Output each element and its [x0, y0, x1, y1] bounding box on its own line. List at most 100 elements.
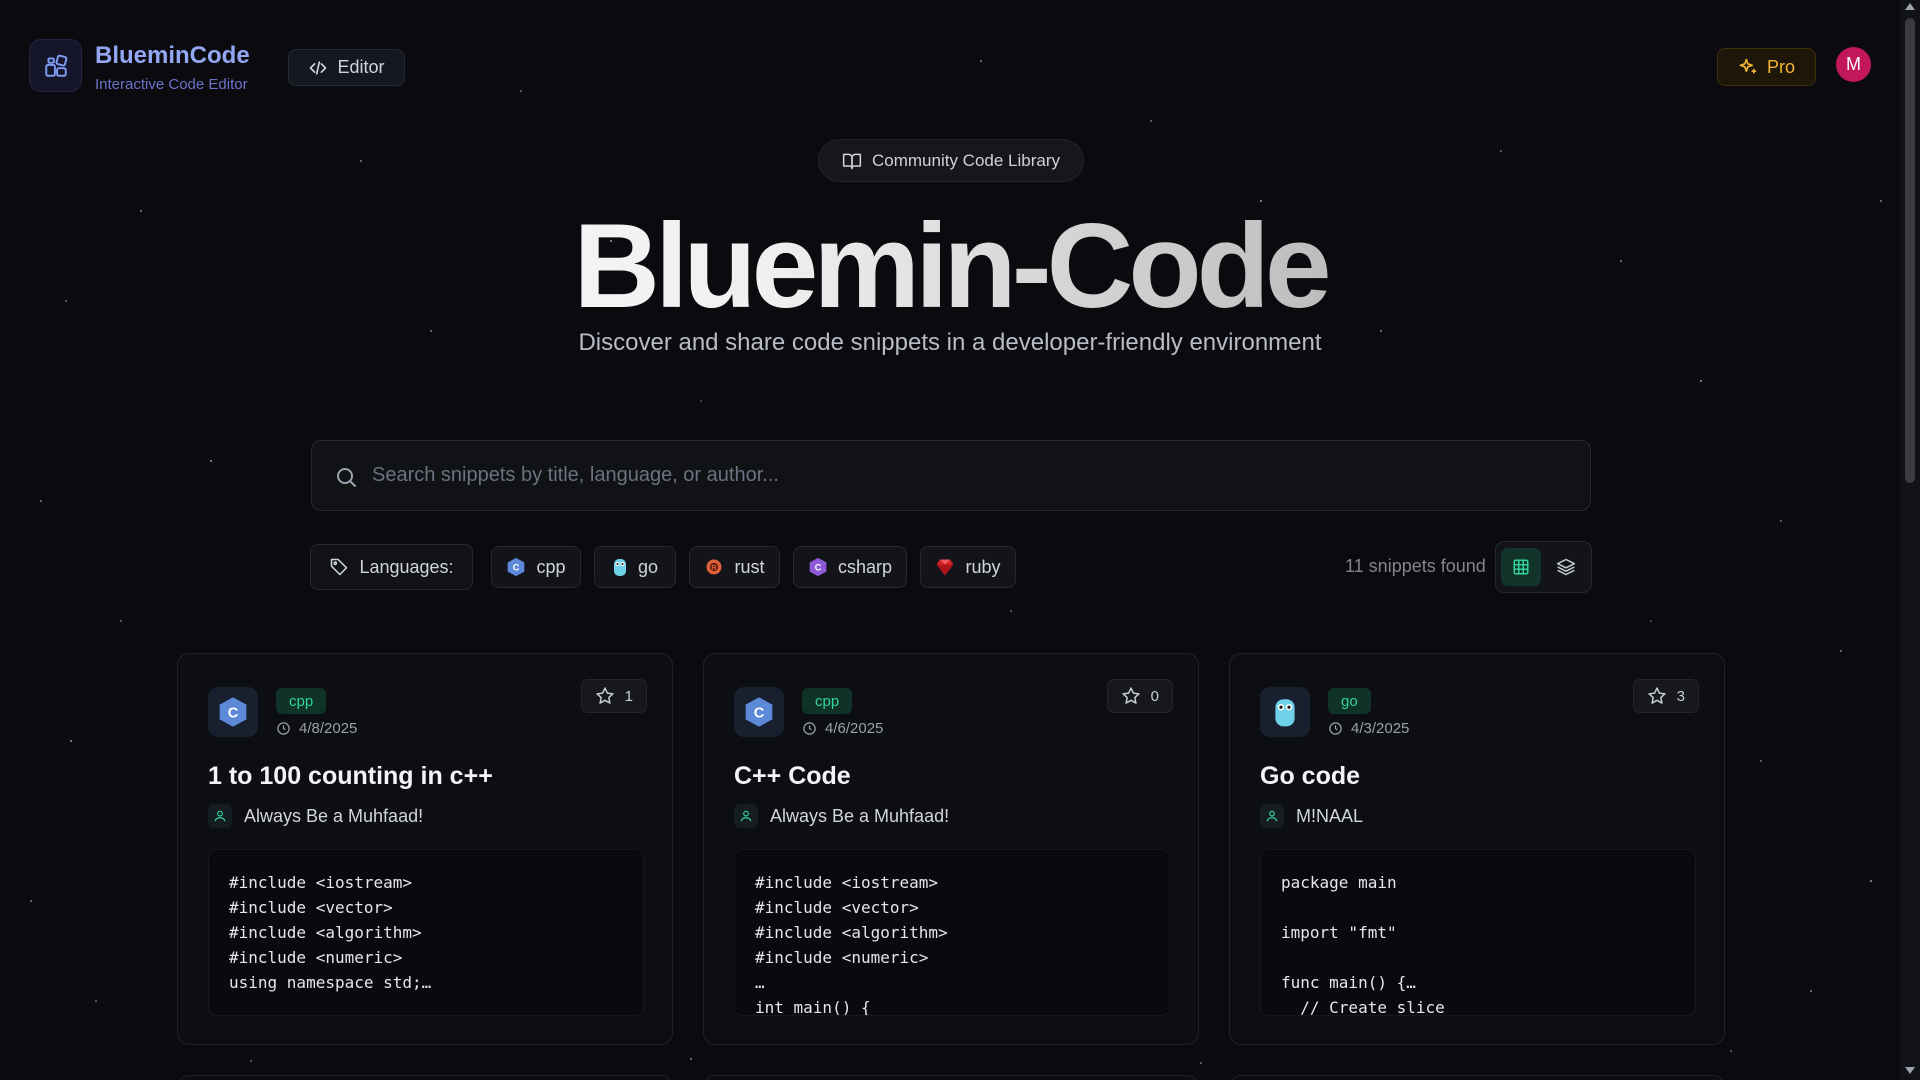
filter-chip-go[interactable]: go: [594, 546, 676, 588]
view-toggle: [1495, 541, 1592, 593]
top-header: BlueminCode Interactive Code Editor Edit…: [0, 0, 1900, 130]
filter-chip-rust[interactable]: R rust: [689, 546, 780, 588]
filter-chip-cpp[interactable]: C cpp: [491, 546, 581, 588]
editor-button[interactable]: Editor: [288, 49, 405, 86]
search-input[interactable]: [372, 441, 1572, 510]
star-count: 3: [1676, 687, 1685, 705]
brand-subtitle: Interactive Code Editor: [95, 76, 248, 93]
snippet-card[interactable]: C cpp 4/8/2025 1 1 to 100 counting in c+…: [177, 653, 673, 1045]
cpp-logo-icon: C: [508, 557, 525, 577]
star-count: 1: [624, 687, 633, 705]
layers-icon: [1556, 558, 1576, 576]
svg-text:C: C: [513, 562, 520, 572]
star-icon: [1647, 687, 1666, 704]
star-button[interactable]: 0: [1106, 679, 1173, 713]
layers-view-button[interactable]: [1546, 548, 1586, 586]
scroll-down-arrow-icon[interactable]: [1905, 1067, 1915, 1074]
snippet-card-partial[interactable]: [1229, 1075, 1725, 1080]
grid-view-button[interactable]: [1501, 548, 1541, 586]
scroll-up-arrow-icon[interactable]: [1905, 3, 1915, 10]
languages-label: Languages:: [359, 556, 454, 577]
rust-logo-icon: R: [706, 559, 722, 575]
svg-text:R: R: [712, 563, 718, 572]
user-icon: [1260, 804, 1284, 828]
svg-text:C: C: [815, 562, 822, 572]
language-badge: cpp: [276, 688, 327, 714]
community-library-badge: Community Code Library: [818, 139, 1084, 182]
snippet-date: 4/8/2025: [276, 720, 357, 737]
csharp-logo-icon: C: [809, 557, 827, 577]
snippet-card-partial[interactable]: [703, 1075, 1199, 1080]
go-gopher-icon: [1275, 699, 1295, 727]
ruby-gem-icon: [937, 559, 954, 576]
snippet-card[interactable]: C cpp 4/6/2025 0 C++ Code Always Be a Mu…: [703, 653, 1199, 1045]
search-icon: [337, 468, 356, 487]
author-name: Always Be a Muhfaad!: [244, 805, 424, 826]
clock-icon: [1329, 722, 1342, 735]
language-badge: go: [1328, 688, 1371, 714]
snippet-author[interactable]: Always Be a Muhfaad!: [208, 804, 423, 828]
date-text: 4/6/2025: [825, 720, 884, 737]
cpp-logo-icon: C: [219, 697, 247, 727]
snippet-date: 4/6/2025: [802, 720, 883, 737]
code-preview: #include <iostream> #include <vector> #i…: [734, 849, 1170, 1016]
filter-chip-ruby[interactable]: ruby: [920, 546, 1016, 588]
svg-text:C: C: [228, 705, 239, 721]
date-text: 4/8/2025: [299, 720, 358, 737]
code-icon: [310, 60, 327, 75]
snippet-date: 4/3/2025: [1328, 720, 1409, 737]
sparkles-icon: [1739, 58, 1757, 74]
editor-button-label: Editor: [337, 57, 385, 77]
language-badge: cpp: [802, 688, 853, 714]
snippet-card-partial[interactable]: [177, 1075, 673, 1080]
star-count: 0: [1150, 687, 1159, 705]
snippet-title[interactable]: Go code: [1260, 762, 1360, 791]
snippet-author[interactable]: Always Be a Muhfaad!: [734, 804, 949, 828]
snippet-author[interactable]: M!NAAL: [1260, 804, 1363, 828]
community-library-label: Community Code Library: [871, 150, 1060, 170]
pro-button[interactable]: Pro: [1717, 48, 1816, 86]
star-button[interactable]: 1: [580, 679, 647, 713]
user-icon: [734, 804, 758, 828]
brand-logo[interactable]: [29, 39, 82, 92]
card-language-logo: C: [734, 687, 784, 737]
open-book-icon: [842, 153, 862, 169]
filter-chip-label: rust: [734, 556, 765, 577]
pro-button-label: Pro: [1766, 56, 1795, 77]
author-name: Always Be a Muhfaad!: [770, 805, 950, 826]
filter-chip-label: ruby: [965, 556, 1001, 577]
filter-chip-label: cpp: [536, 556, 566, 577]
filter-chip-label: go: [637, 556, 659, 577]
filter-chip-csharp[interactable]: C csharp: [793, 546, 907, 588]
author-name: M!NAAL: [1296, 805, 1364, 826]
brand-name[interactable]: BlueminCode: [95, 42, 250, 70]
clock-icon: [803, 722, 816, 735]
hero-subtitle: Discover and share code snippets in a de…: [578, 329, 1322, 356]
tag-icon: [331, 558, 348, 576]
card-language-logo: [1260, 687, 1310, 737]
star-button[interactable]: 3: [1632, 679, 1699, 713]
page-scrollbar[interactable]: [1900, 0, 1920, 1080]
cpp-logo-icon: C: [745, 697, 773, 727]
svg-text:C: C: [754, 705, 765, 721]
grid-icon: [1513, 559, 1529, 575]
hero-title-container: Bluemin-Code: [560, 196, 1340, 336]
user-icon: [208, 804, 232, 828]
star-icon: [595, 687, 614, 704]
scroll-thumb[interactable]: [1905, 18, 1915, 483]
code-preview: #include <iostream> #include <vector> #i…: [208, 849, 644, 1016]
search-bar[interactable]: [311, 440, 1591, 511]
star-icon: [1121, 687, 1140, 704]
date-text: 4/3/2025: [1351, 720, 1410, 737]
hero-title: Bluemin-Code: [0, 196, 1900, 336]
snippet-title[interactable]: C++ Code: [734, 762, 851, 791]
filter-chip-label: csharp: [837, 556, 893, 577]
snippet-card[interactable]: go 4/3/2025 3 Go code M!NAAL package mai…: [1229, 653, 1725, 1045]
card-language-logo: C: [208, 687, 258, 737]
user-avatar[interactable]: M: [1836, 47, 1871, 82]
code-preview: package main import "fmt" func main() {……: [1260, 849, 1696, 1016]
snippet-count: 11 snippets found: [1345, 556, 1486, 576]
languages-filter-label: Languages:: [310, 544, 473, 590]
layout-grid-icon: [44, 54, 67, 77]
snippet-title[interactable]: 1 to 100 counting in c++: [208, 762, 493, 791]
